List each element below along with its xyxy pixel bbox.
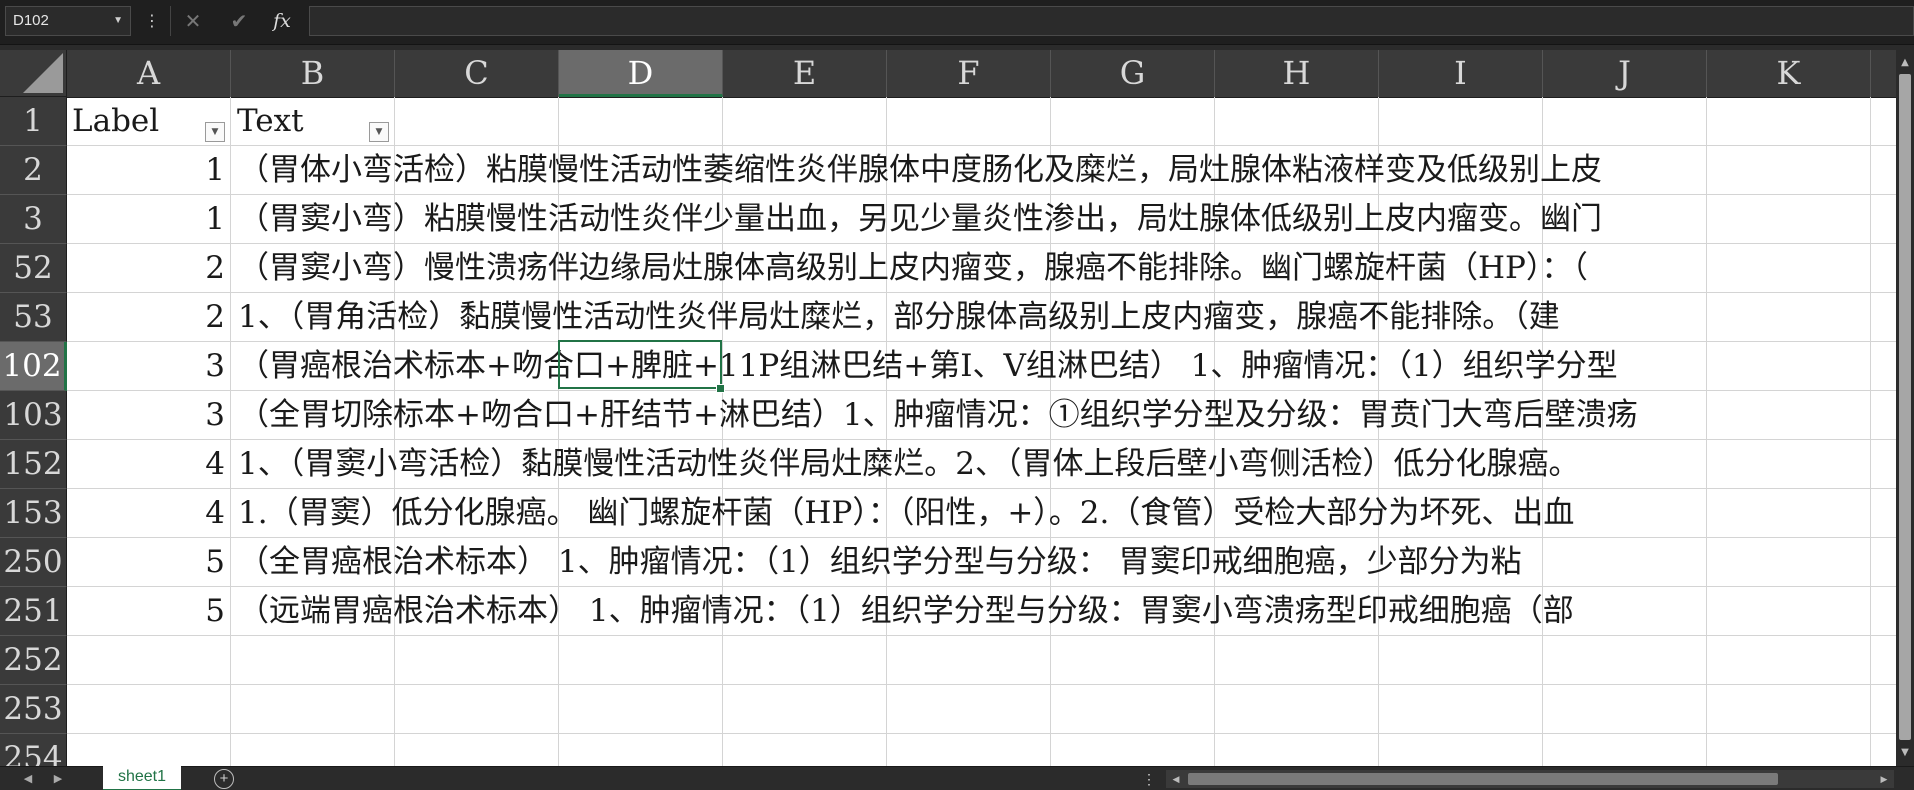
spreadsheet-app: D102 ▼ ⋮ ✕ ✔ fx ABCDEFGHIJK 1 2 3 52 53 102 10… [0, 0, 1914, 790]
cell-text[interactable]: （胃窦小弯）慢性溃疡伴边缘局灶腺体高级别上皮内瘤变，腺癌不能排除。幽门螺旋杆菌（… [238, 244, 1890, 293]
cell-text[interactable] [238, 636, 1890, 685]
row-header-103[interactable]: 103 [0, 391, 67, 440]
row-header-3[interactable]: 3 [0, 195, 67, 244]
cell-label[interactable]: 1 [67, 146, 225, 195]
next-sheet-icon[interactable]: ▶ [48, 767, 68, 790]
cell-label[interactable]: 1 [67, 195, 225, 244]
filter-button-label[interactable]: ▼ [205, 122, 225, 142]
cell-label[interactable]: 4 [67, 440, 225, 489]
scroll-up-icon[interactable]: ▲ [1896, 54, 1914, 72]
column-header-i[interactable]: I [1379, 50, 1543, 97]
cancel-icon[interactable]: ✕ [180, 8, 206, 34]
row-header-152[interactable]: 152 [0, 440, 67, 489]
row-header-2[interactable]: 2 [0, 146, 67, 195]
column-header-b[interactable]: B [231, 50, 395, 97]
vertical-scroll-thumb[interactable] [1899, 74, 1911, 740]
more-options-icon[interactable]: ⋮ [144, 8, 160, 34]
select-all-button[interactable] [0, 50, 67, 97]
scroll-left-icon[interactable]: ◀ [1168, 770, 1184, 788]
header-cell-label[interactable]: Label [72, 97, 222, 146]
cell-text[interactable]: 1.（胃窦）低分化腺癌。 幽门螺旋杆菌（HP）：（阳性，+）。2.（食管）受检大… [238, 489, 1890, 538]
name-box-value: D102 [13, 12, 49, 29]
cell-text[interactable]: 1、（胃窦小弯活检）黏膜慢性活动性炎伴局灶糜烂。2、（胃体上段后壁小弯侧活检）低… [238, 440, 1890, 489]
horizontal-scrollbar[interactable]: ◀ ▶ [1166, 770, 1894, 788]
vertical-scrollbar[interactable]: ▲ ▼ [1896, 50, 1914, 766]
column-header-g[interactable]: G [1051, 50, 1215, 97]
cell-label[interactable] [67, 734, 225, 766]
column-header-d[interactable]: D [559, 50, 723, 97]
cell-text[interactable]: （胃体小弯活检）粘膜慢性活动性萎缩性炎伴腺体中度肠化及糜烂，局灶腺体粘液样变及低… [238, 146, 1890, 195]
row-header-52[interactable]: 52 [0, 244, 67, 293]
insert-function-icon[interactable]: fx [269, 8, 295, 34]
cell-label[interactable]: 3 [67, 391, 225, 440]
row-header-153[interactable]: 153 [0, 489, 67, 538]
tab-bar-options-icon[interactable]: ⋮ [1142, 767, 1156, 790]
cell-text[interactable]: （远端胃癌根治术标本） 1、肿瘤情况：（1）组织学分型与分级：胃窦小弯溃疡型印戒… [238, 587, 1890, 636]
formula-bar-divider [170, 6, 171, 36]
cell-text[interactable]: （胃癌根治术标本+吻合口+脾脏+11P组淋巴结+第Ⅰ、Ⅴ组淋巴结） 1、肿瘤情况… [238, 342, 1890, 391]
sheet-tab-bar: ◀ ▶ sheet1 + ⋮ ◀ ▶ [0, 765, 1914, 790]
cell-text[interactable] [238, 734, 1890, 766]
cell-label[interactable]: 2 [67, 244, 225, 293]
cell-label[interactable]: 5 [67, 587, 225, 636]
cell-text[interactable] [238, 685, 1890, 734]
column-header-f[interactable]: F [887, 50, 1051, 97]
cell-area: Label Text ▼ ▼ 1 （胃体小弯活检）粘膜慢性活动性萎缩性炎伴腺体中度肠化及糜… [67, 97, 1896, 766]
column-header-c[interactable]: C [395, 50, 559, 97]
row-header-53[interactable]: 53 [0, 293, 67, 342]
column-header-k[interactable]: K [1707, 50, 1871, 97]
prev-sheet-icon[interactable]: ◀ [18, 767, 38, 790]
column-headers: ABCDEFGHIJK [67, 50, 1896, 98]
cell-text[interactable]: 1、（胃角活检）黏膜慢性活动性炎伴局灶糜烂，部分腺体高级别上皮内瘤变，腺癌不能排… [238, 293, 1890, 342]
cell-text[interactable]: （全胃切除标本+吻合口+肝结节+淋巴结）1、肿瘤情况：①组织学分型及分级：胃贲门… [238, 391, 1890, 440]
cell-label[interactable]: 5 [67, 538, 225, 587]
select-all-triangle-icon [23, 53, 63, 93]
column-header-a[interactable]: A [67, 50, 231, 97]
formula-input[interactable] [309, 6, 1914, 36]
filter-button-text[interactable]: ▼ [369, 122, 389, 142]
cell-text[interactable]: （胃窦小弯）粘膜慢性活动性炎伴少量出血，另见少量炎性渗出，局灶腺体低级别上皮内瘤… [238, 195, 1890, 244]
cell-label[interactable]: 4 [67, 489, 225, 538]
scroll-right-icon[interactable]: ▶ [1876, 770, 1892, 788]
enter-icon[interactable]: ✔ [226, 8, 252, 34]
fill-handle[interactable] [716, 384, 725, 393]
scroll-down-icon[interactable]: ▼ [1896, 744, 1914, 762]
row-header-250[interactable]: 250 [0, 538, 67, 587]
column-header-j[interactable]: J [1543, 50, 1707, 97]
row-header-252[interactable]: 252 [0, 636, 67, 685]
add-sheet-icon[interactable]: + [214, 769, 234, 789]
row-header-102[interactable]: 102 [0, 342, 67, 391]
header-cell-text[interactable]: Text [237, 97, 1889, 146]
horizontal-scroll-thumb[interactable] [1188, 773, 1778, 785]
column-header-h[interactable]: H [1215, 50, 1379, 97]
name-box[interactable]: D102 ▼ [5, 6, 131, 36]
column-header-e[interactable]: E [723, 50, 887, 97]
worksheet-grid: ABCDEFGHIJK 1 2 3 52 53 102 103 152 153 250 251 252… [0, 50, 1896, 766]
formula-bar: D102 ▼ ⋮ ✕ ✔ fx [0, 0, 1914, 45]
row-header-253[interactable]: 253 [0, 685, 67, 734]
cell-label[interactable]: 2 [67, 293, 225, 342]
cell-label[interactable]: 3 [67, 342, 225, 391]
cell-text[interactable]: （全胃癌根治术标本） 1、肿瘤情况：（1）组织学分型与分级： 胃窦印戒细胞癌，少… [238, 538, 1890, 587]
active-cell-outline[interactable] [558, 340, 722, 389]
gridline-vertical [230, 97, 231, 766]
cell-label[interactable] [67, 636, 225, 685]
cell-label[interactable] [67, 685, 225, 734]
row-header-251[interactable]: 251 [0, 587, 67, 636]
row-header-1[interactable]: 1 [0, 97, 67, 146]
row-headers: 1 2 3 52 53 102 103 152 153 250 251 252 253 254 [0, 97, 67, 766]
row-header-254[interactable]: 254 [0, 734, 67, 766]
sheet-tab-sheet1[interactable]: sheet1 [103, 765, 181, 790]
name-box-dropdown-icon[interactable]: ▼ [113, 7, 123, 35]
